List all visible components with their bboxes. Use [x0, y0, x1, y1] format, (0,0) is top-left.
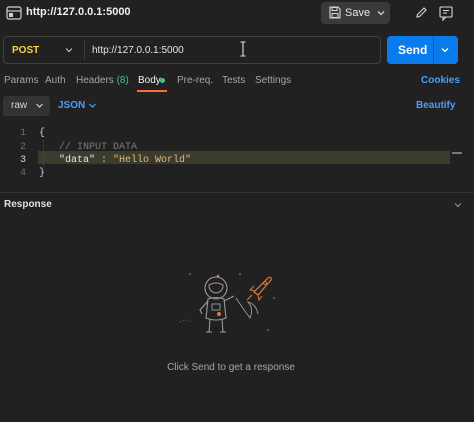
url-bar: POST http://127.0.0.1:5000 — [3, 36, 381, 64]
request-title: http://127.0.0.1:5000 — [26, 6, 131, 18]
url-input[interactable]: http://127.0.0.1:5000 — [92, 45, 184, 56]
panel-divider[interactable] — [0, 192, 474, 193]
save-button[interactable]: Save — [321, 2, 373, 24]
chevron-down-icon[interactable] — [64, 45, 74, 55]
json-key: "data" — [59, 155, 96, 166]
line-number: 2 — [19, 142, 26, 153]
language-select[interactable]: JSON — [58, 100, 85, 111]
active-tab-indicator — [137, 90, 167, 92]
tab-settings[interactable]: Settings — [255, 75, 291, 86]
method-select[interactable]: POST — [12, 45, 39, 56]
cookies-link[interactable]: Cookies — [421, 75, 460, 86]
tab-headers[interactable]: Headers (8) — [76, 75, 129, 86]
code-comment: // INPUT DATA — [59, 142, 138, 153]
json-separator: : — [95, 155, 114, 166]
tab-body[interactable]: Body — [138, 75, 161, 86]
divider — [433, 36, 434, 64]
beautify-link[interactable]: Beautify — [416, 100, 455, 111]
save-button-group: Save — [321, 2, 390, 24]
line-number: 1 — [19, 128, 26, 139]
line-number: 4 — [19, 168, 26, 179]
body-status-dot — [160, 78, 165, 83]
tab-headers-count: (8) — [116, 75, 129, 86]
body-type-label: raw — [11, 100, 28, 111]
chevron-down-icon[interactable] — [440, 45, 450, 55]
divider — [84, 40, 85, 60]
response-heading: Response — [4, 199, 52, 210]
save-icon — [329, 6, 341, 19]
chevron-down-icon[interactable] — [88, 101, 97, 110]
json-value: "Hello World" — [113, 155, 192, 166]
save-label: Save — [345, 7, 371, 19]
request-tabs: Params Auth Headers (8) Body Pre-req. Te… — [0, 70, 474, 92]
tab-auth[interactable]: Auth — [45, 75, 66, 86]
pencil-icon[interactable] — [410, 2, 432, 24]
tab-headers-label: Headers — [76, 75, 114, 86]
send-button[interactable]: Send — [387, 36, 458, 64]
globe-icon — [6, 6, 22, 20]
chevron-down-icon — [36, 103, 43, 108]
tab-tests[interactable]: Tests — [222, 75, 245, 86]
chevron-down-icon[interactable] — [374, 6, 388, 20]
astronaut-illustration — [179, 273, 275, 333]
body-type-select[interactable]: raw — [3, 96, 50, 116]
empty-response-message: Click Send to get a response — [167, 362, 295, 373]
code-line-1: { — [39, 128, 46, 139]
code-line-4: } — [39, 168, 46, 179]
tab-pre-request[interactable]: Pre-req. — [177, 75, 213, 86]
send-label: Send — [398, 43, 428, 57]
scrollbar-marker[interactable] — [452, 152, 462, 154]
line-number: 3 — [19, 155, 26, 166]
code-editor[interactable]: 1 2 3 4 { // INPUT DATA "data" : "Hello … — [0, 124, 474, 190]
tab-params[interactable]: Params — [4, 75, 38, 86]
title-bar: http://127.0.0.1:5000 Save — [0, 0, 474, 28]
chevron-down-icon[interactable] — [453, 200, 463, 210]
code-line-3: "data" : "Hello World" — [59, 155, 191, 166]
comment-icon[interactable] — [435, 2, 457, 24]
text-cursor-icon — [240, 41, 246, 57]
